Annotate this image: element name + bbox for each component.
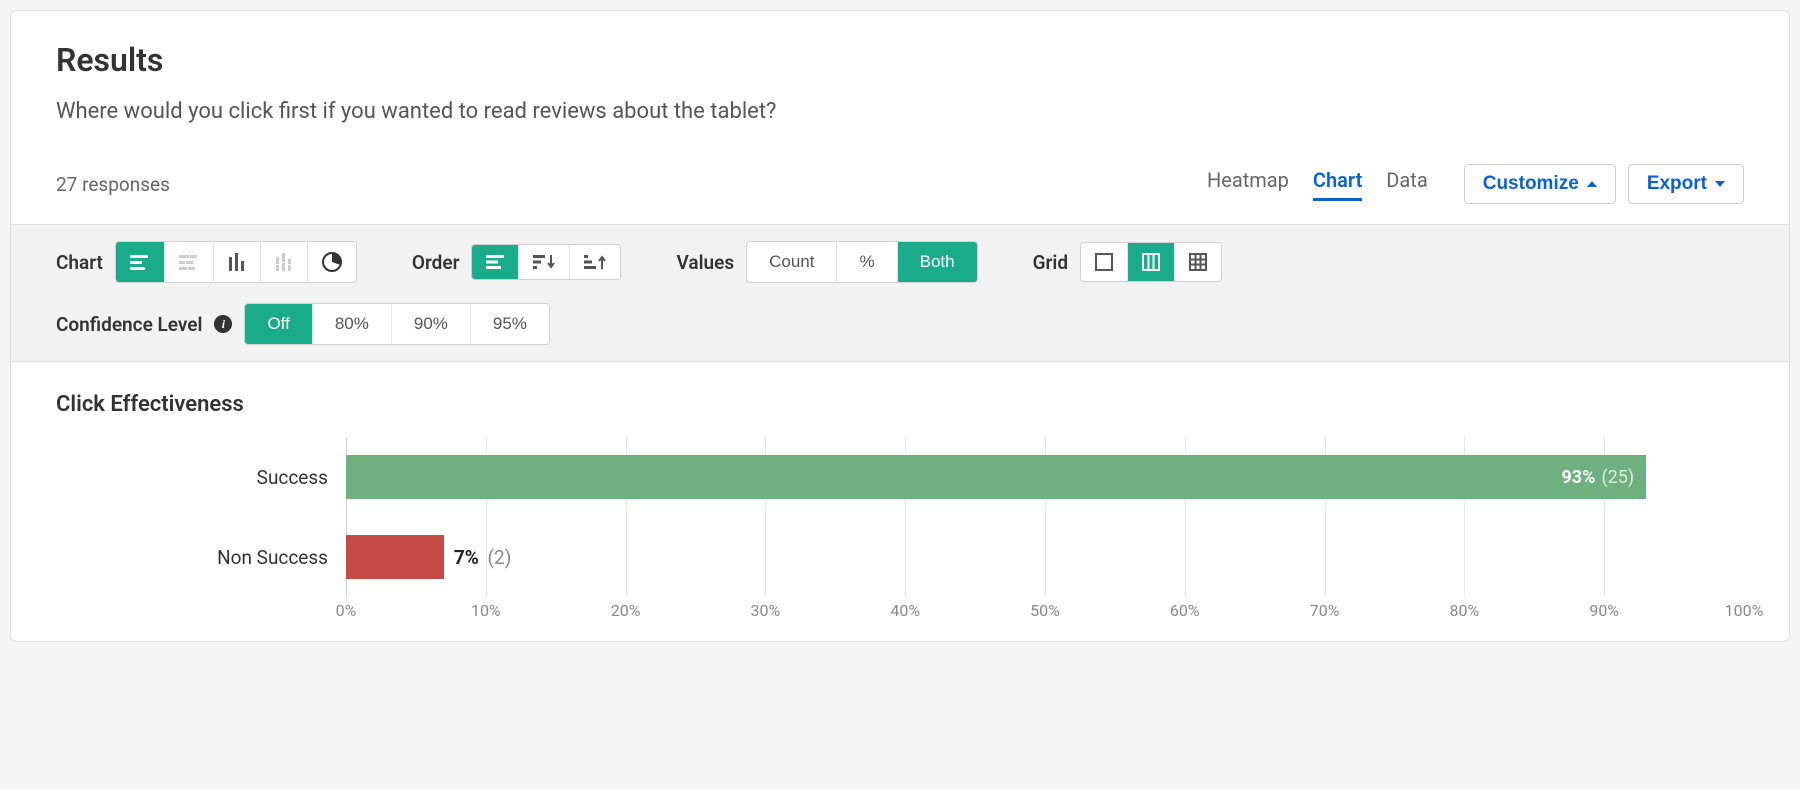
chart-type-pie[interactable] bbox=[308, 242, 356, 282]
x-tick-3: 30% bbox=[751, 601, 781, 620]
bars: 93% (25) 7% (2) bbox=[346, 437, 1744, 597]
confidence-95[interactable]: 95% bbox=[471, 304, 549, 344]
confidence-90[interactable]: 90% bbox=[392, 304, 471, 344]
export-button[interactable]: Export bbox=[1628, 164, 1744, 204]
chart-type-group: Chart bbox=[56, 241, 357, 283]
grid-label: Grid bbox=[1033, 251, 1068, 274]
right-controls: Heatmap Chart Data Customize Export bbox=[1207, 164, 1744, 204]
bar-nonsuccess-percent: 7% bbox=[454, 546, 479, 569]
confidence-80[interactable]: 80% bbox=[313, 304, 392, 344]
x-tick-4: 40% bbox=[890, 601, 920, 620]
question-text: Where would you click first if you wante… bbox=[56, 99, 1744, 124]
order-asc-icon bbox=[584, 255, 606, 269]
header-section: Results Where would you click first if y… bbox=[11, 11, 1789, 224]
confidence-buttons: Off 80% 90% 95% bbox=[244, 303, 549, 345]
chart-section: Click Effectiveness Success Non Success … bbox=[11, 362, 1789, 641]
options-panel: Chart bbox=[11, 224, 1789, 362]
order-group: Order bbox=[412, 244, 622, 280]
confidence-group: Confidence Level i Off 80% 90% 95% bbox=[56, 303, 550, 345]
order-desc[interactable] bbox=[519, 245, 570, 279]
tab-chart[interactable]: Chart bbox=[1313, 168, 1362, 201]
grid-none-icon bbox=[1095, 253, 1113, 271]
grid-none[interactable] bbox=[1081, 243, 1128, 281]
grid-group: Grid bbox=[1033, 242, 1222, 282]
info-icon[interactable]: i bbox=[214, 315, 232, 333]
order-default-icon bbox=[486, 255, 504, 269]
order-label: Order bbox=[412, 251, 460, 274]
x-tick-9: 90% bbox=[1589, 601, 1619, 620]
confidence-off[interactable]: Off bbox=[245, 304, 312, 344]
tab-data[interactable]: Data bbox=[1386, 168, 1427, 201]
x-tick-7: 70% bbox=[1310, 601, 1340, 620]
chart-type-hbar[interactable] bbox=[116, 242, 165, 282]
customize-button[interactable]: Customize bbox=[1464, 164, 1616, 204]
x-tick-6: 60% bbox=[1170, 601, 1200, 620]
x-tick-5: 50% bbox=[1030, 601, 1060, 620]
x-tick-10: 100% bbox=[1725, 601, 1764, 620]
grid-both[interactable] bbox=[1175, 243, 1221, 281]
x-tick-8: 80% bbox=[1450, 601, 1480, 620]
order-default[interactable] bbox=[472, 245, 519, 279]
hbar-icon bbox=[130, 254, 150, 270]
bar-nonsuccess-label: 7% (2) bbox=[454, 546, 511, 569]
bar-success-percent: 93% bbox=[1561, 467, 1595, 488]
order-buttons bbox=[471, 244, 621, 280]
order-asc[interactable] bbox=[570, 245, 620, 279]
y-label-success: Success bbox=[56, 437, 346, 517]
vbar-icon bbox=[228, 253, 246, 271]
chart-type-vbar[interactable] bbox=[214, 242, 261, 282]
chart-type-hbar-stacked[interactable] bbox=[165, 242, 214, 282]
x-tick-0: 0% bbox=[336, 601, 357, 620]
results-card: Results Where would you click first if y… bbox=[10, 10, 1790, 642]
bar-nonsuccess-count: (2) bbox=[488, 546, 512, 569]
customize-label: Customize bbox=[1483, 173, 1579, 195]
hbar-stacked-icon bbox=[179, 254, 199, 270]
chart-title: Click Effectiveness bbox=[56, 392, 1744, 417]
vbar-stacked-icon bbox=[275, 253, 293, 271]
grid-vertical-icon bbox=[1142, 253, 1160, 271]
x-tick-2: 20% bbox=[611, 601, 641, 620]
chart-wrap: Success Non Success 93% (25) bbox=[56, 437, 1744, 597]
y-label-nonsuccess: Non Success bbox=[56, 517, 346, 597]
bar-success[interactable]: 93% (25) bbox=[346, 455, 1646, 499]
values-both[interactable]: Both bbox=[898, 242, 977, 282]
tab-heatmap[interactable]: Heatmap bbox=[1207, 168, 1289, 201]
pie-icon bbox=[322, 252, 342, 272]
values-buttons: Count % Both bbox=[746, 241, 977, 283]
values-count[interactable]: Count bbox=[747, 242, 837, 282]
summary-row: 27 responses Heatmap Chart Data Customiz… bbox=[56, 164, 1744, 204]
bar-row-nonsuccess: 7% (2) bbox=[346, 517, 1744, 597]
grid-buttons bbox=[1080, 242, 1222, 282]
chart-plot: 93% (25) 7% (2) bbox=[346, 437, 1744, 597]
bar-success-count: (25) bbox=[1601, 467, 1634, 488]
chart-type-label: Chart bbox=[56, 251, 103, 274]
values-label: Values bbox=[676, 251, 734, 274]
chart-type-buttons bbox=[115, 241, 357, 283]
export-label: Export bbox=[1647, 173, 1707, 195]
page-title: Results bbox=[56, 41, 1744, 79]
values-percent[interactable]: % bbox=[837, 242, 897, 282]
values-group: Values Count % Both bbox=[676, 241, 977, 283]
grid-vertical[interactable] bbox=[1128, 243, 1175, 281]
x-tick-1: 10% bbox=[471, 601, 501, 620]
order-desc-icon bbox=[533, 255, 555, 269]
chart-type-vbar-stacked[interactable] bbox=[261, 242, 308, 282]
chart-y-labels: Success Non Success bbox=[56, 437, 346, 597]
confidence-label: Confidence Level bbox=[56, 313, 202, 336]
responses-count: 27 responses bbox=[56, 173, 170, 196]
bar-nonsuccess[interactable] bbox=[346, 535, 444, 579]
bar-row-success: 93% (25) bbox=[346, 437, 1744, 517]
grid-both-icon bbox=[1189, 253, 1207, 271]
view-tabs: Heatmap Chart Data bbox=[1207, 168, 1428, 201]
